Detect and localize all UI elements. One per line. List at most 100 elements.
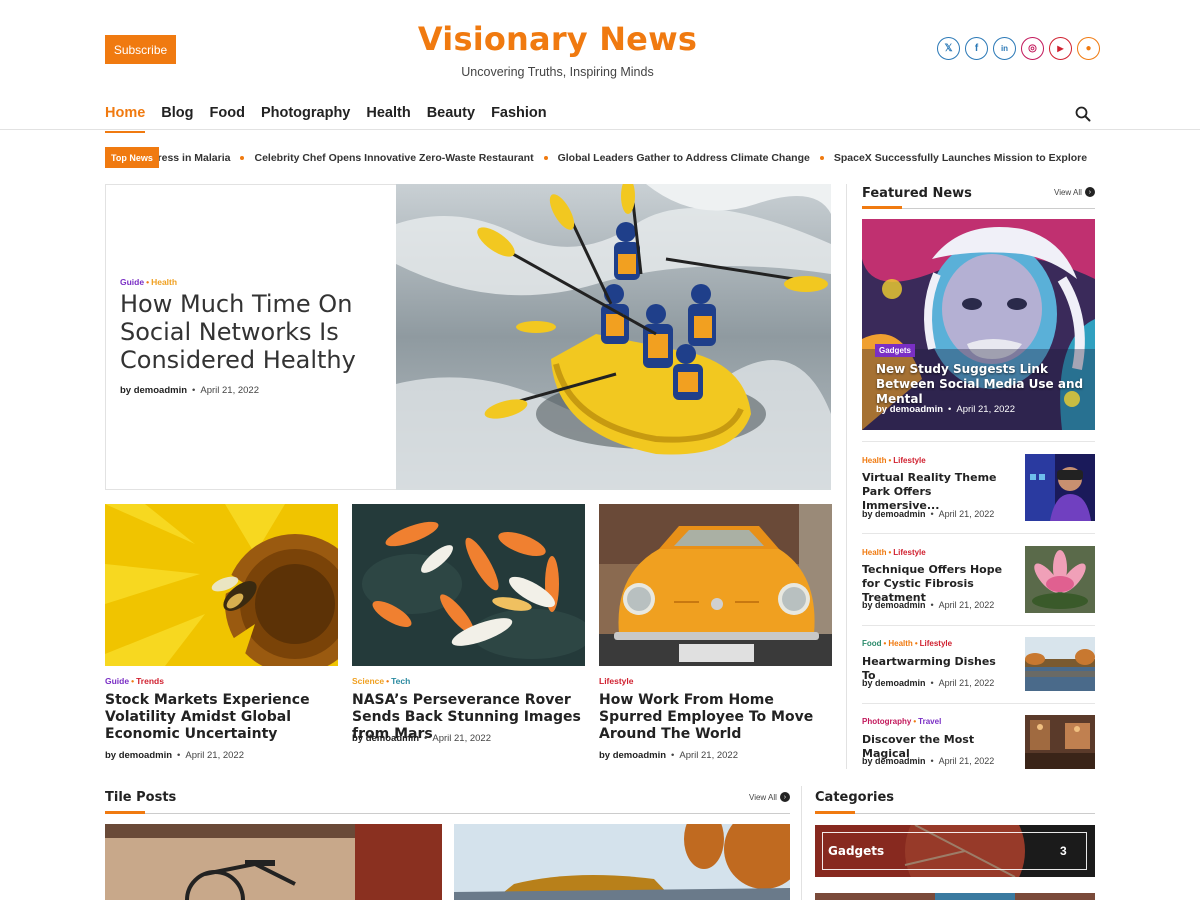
sidebar-title: Featured News	[862, 186, 972, 201]
side-item-categories: Health • Lifestyle	[862, 548, 926, 557]
post-date: April 21, 2022	[938, 678, 995, 688]
section-underline	[815, 813, 1095, 814]
section-accent	[815, 811, 855, 814]
category-tag[interactable]: Guide	[120, 277, 144, 287]
featured-title[interactable]: New Study Suggests Link Between Social M…	[876, 362, 1088, 407]
category-tag[interactable]: Science	[352, 676, 384, 686]
side-item-thumbnail[interactable]	[1025, 715, 1095, 769]
post-author[interactable]: by demoadmin	[876, 404, 943, 415]
category-tag[interactable]: Lifestyle	[893, 456, 925, 465]
categories-title: Categories	[815, 790, 895, 805]
category-tag[interactable]: Travel	[918, 717, 941, 726]
divider	[862, 703, 1095, 704]
card-title[interactable]: How Work From Home Spurred Employee To M…	[599, 692, 832, 743]
category-tag[interactable]: Health	[888, 639, 912, 648]
card-meta: by demoadmin • April 21, 2022	[599, 750, 738, 761]
side-item-meta: by demoadmin • April 21, 2022	[862, 678, 995, 688]
post-date: April 21, 2022	[432, 733, 491, 744]
tile-posts-title: Tile Posts	[105, 790, 177, 805]
tile-posts-view-all[interactable]: View All ›	[749, 792, 790, 802]
main-nav: Home Blog Food Photography Health Beauty…	[105, 105, 547, 133]
post-date: April 21, 2022	[956, 404, 1015, 415]
search-icon[interactable]	[1075, 106, 1091, 122]
post-date: April 21, 2022	[938, 756, 995, 766]
nav-item-health[interactable]: Health	[366, 105, 410, 127]
category-tile[interactable]	[815, 890, 1095, 900]
side-item-thumbnail[interactable]	[1025, 454, 1095, 521]
ticker-track: Malaria Vaccine Announces Major Progress…	[105, 152, 1095, 164]
view-all-label: View All	[749, 792, 777, 802]
card-meta: by demoadmin • April 21, 2022	[352, 733, 491, 744]
post-date: April 21, 2022	[200, 385, 259, 396]
youtube-icon[interactable]: ▶	[1049, 37, 1072, 60]
section-underline	[105, 813, 790, 814]
sidebar-divider	[801, 786, 802, 900]
tile-post-image[interactable]	[454, 824, 790, 900]
card-categories: Science • Tech	[352, 676, 411, 686]
post-author[interactable]: by demoadmin	[862, 756, 926, 766]
card-image[interactable]	[599, 504, 832, 666]
sidebar-view-all[interactable]: View All ›	[1054, 187, 1095, 197]
ticker-label: Top News	[105, 147, 159, 168]
ticker-item[interactable]: SpaceX Successfully Launches Mission to …	[822, 152, 1095, 164]
tile-post-image[interactable]	[105, 824, 442, 900]
side-item-meta: by demoadmin • April 21, 2022	[862, 600, 995, 610]
post-author[interactable]: by demoadmin	[862, 678, 926, 688]
post-author[interactable]: by demoadmin	[120, 385, 187, 396]
side-item-title[interactable]: Technique Offers Hope for Cystic Fibrosi…	[862, 563, 1012, 605]
linkedin-icon[interactable]: in	[993, 37, 1016, 60]
category-tag[interactable]: Food	[862, 639, 882, 648]
facebook-icon[interactable]: f	[965, 37, 988, 60]
nav-item-photography[interactable]: Photography	[261, 105, 350, 127]
nav-item-food[interactable]: Food	[210, 105, 245, 127]
news-ticker: Top News Malaria Vaccine Announces Major…	[105, 147, 1095, 168]
post-author[interactable]: by demoadmin	[599, 750, 666, 761]
post-date: April 21, 2022	[938, 509, 995, 519]
card-image[interactable]	[352, 504, 585, 666]
ticker-item[interactable]: Celebrity Chef Opens Innovative Zero-Was…	[242, 152, 548, 164]
nav-item-home[interactable]: Home	[105, 105, 146, 133]
divider	[862, 625, 1095, 626]
post-author[interactable]: by demoadmin	[352, 733, 419, 744]
featured-meta: by demoadmin • April 21, 2022	[876, 404, 1015, 415]
divider	[862, 533, 1095, 534]
arrow-right-icon: ›	[779, 792, 790, 802]
category-tag[interactable]: Health	[862, 456, 886, 465]
nav-item-blog[interactable]: Blog	[161, 105, 193, 127]
instagram-icon[interactable]: ◎	[1021, 37, 1044, 60]
card-title[interactable]: Stock Markets Experience Volatility Amid…	[105, 692, 338, 743]
post-date: April 21, 2022	[679, 750, 738, 761]
category-tag[interactable]: Trends	[136, 676, 164, 686]
category-tag[interactable]: Lifestyle	[893, 548, 925, 557]
ticker-item[interactable]: Global Leaders Gather to Address Climate…	[546, 152, 825, 164]
side-item-title[interactable]: Virtual Reality Theme Park Offers Immers…	[862, 471, 1012, 513]
side-item-thumbnail[interactable]	[1025, 637, 1095, 691]
x-icon[interactable]: 𝕏	[937, 37, 960, 60]
side-item-categories: Food • Health • Lifestyle	[862, 639, 953, 648]
side-item-meta: by demoadmin • April 21, 2022	[862, 509, 995, 519]
post-author[interactable]: by demoadmin	[862, 600, 926, 610]
hero-meta: by demoadmin • April 21, 2022	[120, 385, 259, 396]
category-tag[interactable]: Health	[151, 277, 177, 287]
card-image[interactable]	[105, 504, 338, 666]
category-tag[interactable]: Lifestyle	[599, 676, 634, 686]
nav-item-fashion[interactable]: Fashion	[491, 105, 547, 127]
category-name: Gadgets	[828, 844, 885, 858]
category-tag[interactable]: Photography	[862, 717, 911, 726]
view-all-label: View All	[1054, 187, 1082, 197]
social-links: 𝕏 f in ◎ ▶ ●	[937, 37, 1100, 60]
hero-title[interactable]: How Much Time On Social Networks Is Cons…	[120, 290, 380, 374]
post-author[interactable]: by demoadmin	[105, 750, 172, 761]
card-meta: by demoadmin • April 21, 2022	[105, 750, 244, 761]
hero-image[interactable]	[396, 184, 831, 490]
post-author[interactable]: by demoadmin	[862, 509, 926, 519]
category-tag[interactable]: Guide	[105, 676, 129, 686]
card-categories: Lifestyle	[599, 676, 634, 686]
nav-item-beauty[interactable]: Beauty	[427, 105, 475, 127]
featured-badge[interactable]: Gadgets	[875, 344, 916, 357]
category-tag[interactable]: Health	[862, 548, 886, 557]
side-item-thumbnail[interactable]	[1025, 546, 1095, 613]
category-tag[interactable]: Lifestyle	[920, 639, 952, 648]
category-tag[interactable]: Tech	[391, 676, 410, 686]
reddit-icon[interactable]: ●	[1077, 37, 1100, 60]
